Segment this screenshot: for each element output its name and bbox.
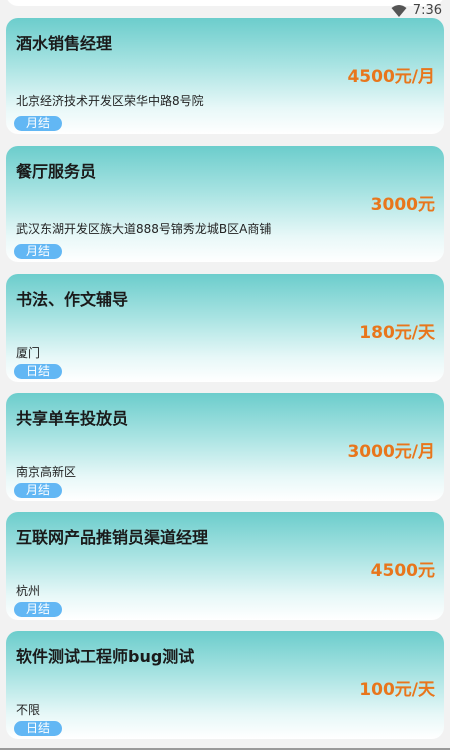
pay-type-badge: 日结 xyxy=(14,364,62,379)
job-salary: 4500元/月 xyxy=(347,67,435,87)
job-card-partial[interactable]: 月结 xyxy=(6,0,444,6)
job-title: 酒水销售经理 xyxy=(16,34,113,53)
status-icons: 7:36 xyxy=(391,3,442,18)
job-card[interactable]: 书法、作文辅导 180元/天 厦门 日结 xyxy=(6,274,444,382)
job-title: 共享单车投放员 xyxy=(16,409,129,428)
job-address: 武汉东湖开发区族大道888号锦秀龙城B区A商铺 xyxy=(16,222,272,236)
job-title: 软件测试工程师bug测试 xyxy=(16,647,195,666)
job-title: 书法、作文辅导 xyxy=(16,290,129,309)
job-card[interactable]: 共享单车投放员 3000元/月 南京高新区 月结 xyxy=(6,393,444,501)
job-list[interactable]: 月结 酒水销售经理 4500元/月 北京经济技术开发区荣华中路8号院 月结 餐厅… xyxy=(0,0,450,750)
job-card[interactable]: 软件测试工程师bug测试 100元/天 不限 日结 xyxy=(6,631,444,739)
pay-type-badge: 月结 xyxy=(14,602,62,617)
wifi-icon xyxy=(391,4,407,17)
job-salary: 4500元 xyxy=(370,561,435,581)
job-address: 北京经济技术开发区荣华中路8号院 xyxy=(16,94,204,108)
job-salary: 180元/天 xyxy=(359,323,435,343)
job-card[interactable]: 互联网产品推销员渠道经理 4500元 杭州 月结 xyxy=(6,512,444,620)
job-salary: 3000元 xyxy=(370,195,435,215)
job-address: 厦门 xyxy=(16,346,41,360)
job-card[interactable]: 酒水销售经理 4500元/月 北京经济技术开发区荣华中路8号院 月结 xyxy=(6,18,444,134)
pay-type-badge: 日结 xyxy=(14,721,62,736)
job-title: 餐厅服务员 xyxy=(16,162,97,181)
job-address: 南京高新区 xyxy=(16,465,77,479)
job-salary: 100元/天 xyxy=(359,680,435,700)
job-card[interactable]: 餐厅服务员 3000元 武汉东湖开发区族大道888号锦秀龙城B区A商铺 月结 xyxy=(6,146,444,262)
pay-type-badge: 月结 xyxy=(14,116,62,131)
status-time: 7:36 xyxy=(412,3,442,18)
job-address: 不限 xyxy=(16,703,41,717)
job-salary: 3000元/月 xyxy=(347,442,435,462)
job-address: 杭州 xyxy=(16,584,41,598)
pay-type-badge: 月结 xyxy=(14,244,62,259)
job-title: 互联网产品推销员渠道经理 xyxy=(16,528,209,547)
pay-type-badge: 月结 xyxy=(14,483,62,498)
